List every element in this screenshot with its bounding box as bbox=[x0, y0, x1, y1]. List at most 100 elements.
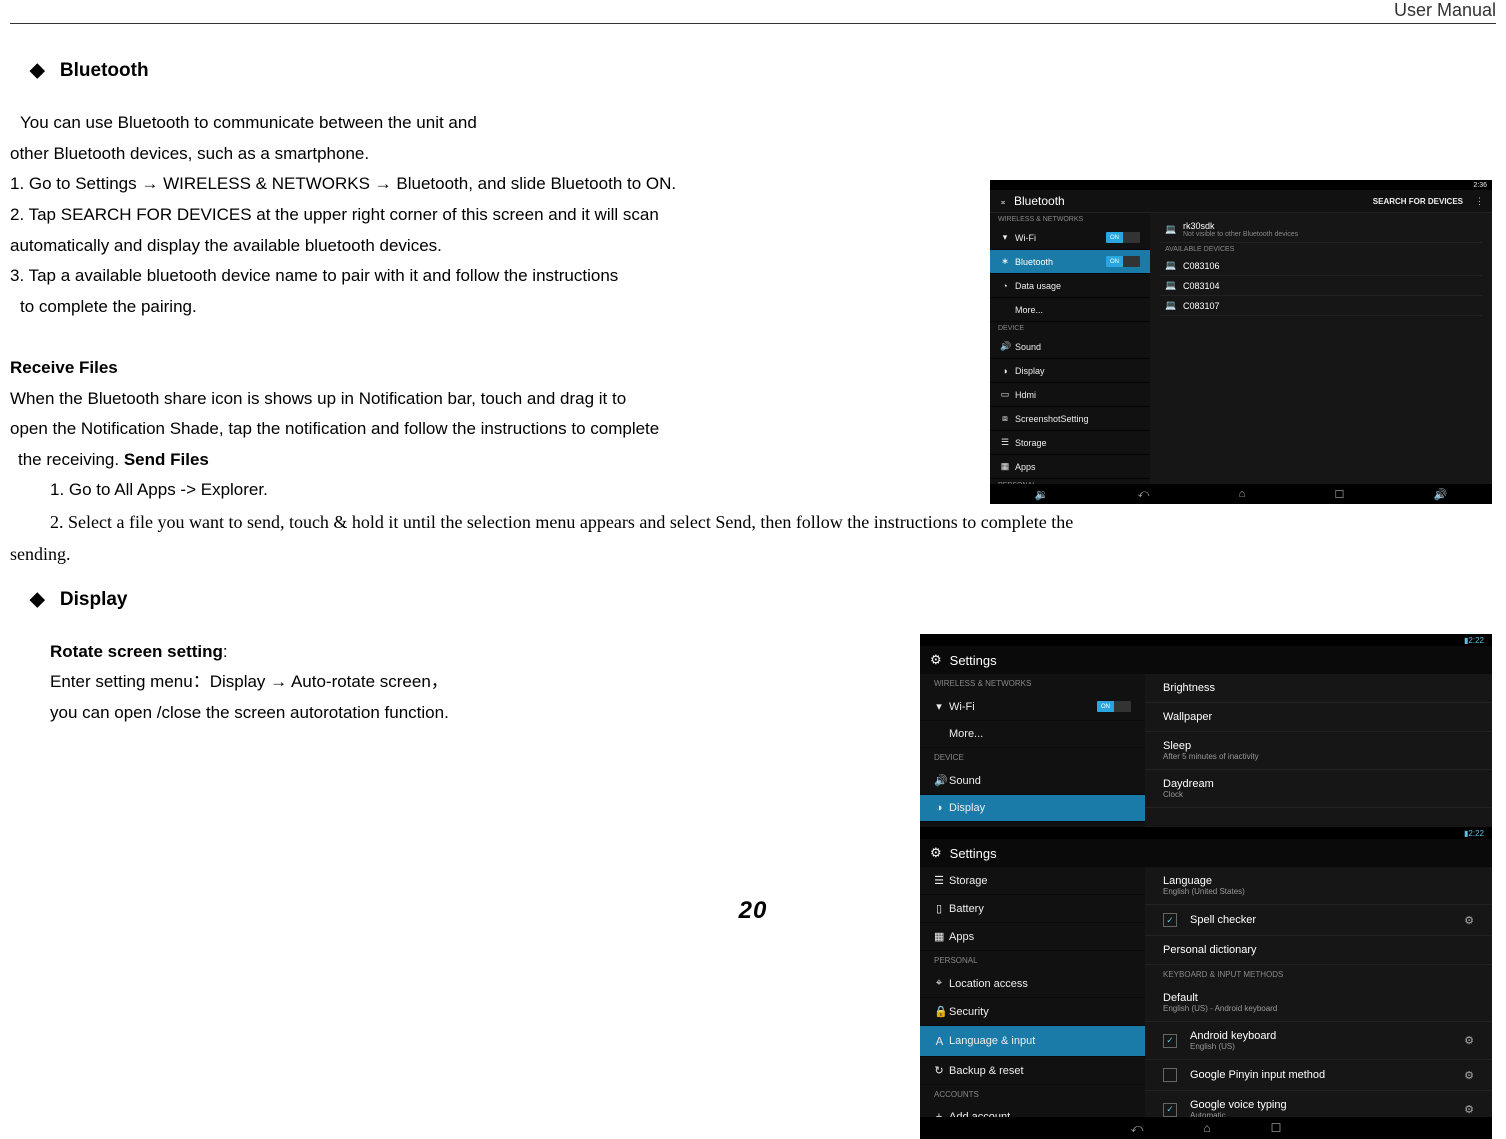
checkbox-icon[interactable]: ✓ bbox=[1163, 913, 1177, 927]
sidebar-item-storage[interactable]: ☰Storage bbox=[990, 431, 1150, 455]
wifi-toggle[interactable]: ON bbox=[1097, 701, 1131, 712]
checkbox-icon[interactable]: ✓ bbox=[1163, 1034, 1177, 1048]
sidebar-item-screenshot[interactable]: ⧈ScreenshotSetting bbox=[990, 407, 1150, 431]
sidebar-item-apps[interactable]: ▦Apps bbox=[990, 455, 1150, 479]
screenshot-display: ▮ 2:22 ⚙ Settings WIRELESS & NETWORKS ▾W… bbox=[920, 634, 1492, 834]
status-bar: ▮ 2:22 bbox=[920, 634, 1492, 646]
settings-slider-icon[interactable]: ⚙ bbox=[1464, 1103, 1474, 1116]
laptop-icon: 💻 bbox=[1165, 280, 1175, 291]
nav-vol-down-icon[interactable]: 🔉 bbox=[1035, 488, 1049, 501]
sidebar-item-storage[interactable]: ☰Storage bbox=[920, 867, 1145, 895]
send-2: 2. Select a file you want to send, touch… bbox=[10, 506, 1496, 538]
backup-icon: ↻ bbox=[934, 1064, 944, 1077]
sidebar-item-battery[interactable]: ▯Battery bbox=[920, 895, 1145, 923]
sidebar-item-display[interactable]: ◑Display bbox=[990, 359, 1150, 383]
status-bar: 2:36 bbox=[990, 180, 1492, 190]
sidebar-item-wifi[interactable]: ▾Wi-Fi ON bbox=[990, 226, 1150, 250]
cat-device: DEVICE bbox=[920, 748, 1145, 767]
checkbox-icon[interactable]: ✓ bbox=[1163, 1103, 1177, 1117]
available-devices-label: AVAILABLE DEVICES bbox=[1160, 243, 1482, 256]
bt-self-device[interactable]: 💻 rk30sdk Not visible to other Bluetooth… bbox=[1160, 217, 1482, 243]
option-google-pinyin[interactable]: Google Pinyin input method ⚙ bbox=[1145, 1060, 1492, 1091]
option-daydream[interactable]: DaydreamClock bbox=[1145, 770, 1492, 808]
camera-icon: ⧈ bbox=[1000, 413, 1010, 424]
location-icon: ⌖ bbox=[934, 977, 944, 990]
sidebar-item-language[interactable]: ＡLanguage & input bbox=[920, 1026, 1145, 1057]
option-spell-checker[interactable]: ✓Spell checker ⚙ bbox=[1145, 905, 1492, 936]
screenshot-language: ▮ 2:22 ⚙ Settings ☰Storage ▯Battery ▦App… bbox=[920, 827, 1492, 1139]
sidebar-item-sound[interactable]: 🔊Sound bbox=[990, 335, 1150, 359]
display-icon: ◑ bbox=[1000, 366, 1010, 376]
sidebar-item-sound[interactable]: 🔊Sound bbox=[920, 767, 1145, 795]
language-icon: Ａ bbox=[934, 1033, 944, 1049]
bluetooth-toggle[interactable]: ON bbox=[1106, 256, 1140, 267]
nav-back-icon[interactable]: ⤺ bbox=[1131, 1121, 1144, 1136]
sidebar-item-display[interactable]: ◑Display bbox=[920, 795, 1145, 822]
sidebar-item-security[interactable]: 🔒Security bbox=[920, 998, 1145, 1026]
settings-slider-icon[interactable]: ⚙ bbox=[1464, 1034, 1474, 1047]
lock-icon: 🔒 bbox=[934, 1005, 944, 1018]
send-files-heading: Send Files bbox=[124, 450, 209, 469]
apps-icon: ▦ bbox=[1000, 461, 1010, 472]
nav-bar: 🔉 ⤺ ⌂ ☐ 🔊 bbox=[990, 484, 1492, 504]
option-personal-dict[interactable]: Personal dictionary bbox=[1145, 936, 1492, 965]
sidebar-item-more[interactable]: More... bbox=[920, 721, 1145, 748]
sidebar-item-apps[interactable]: ▦Apps bbox=[920, 923, 1145, 951]
section-bluetooth-title: ◆ Bluetooth bbox=[30, 54, 1496, 88]
nav-recent-icon[interactable]: ☐ bbox=[1335, 488, 1345, 501]
settings-icon: ⚙ bbox=[930, 652, 942, 668]
recv-3a: the receiving. bbox=[18, 450, 124, 469]
laptop-icon: 💻 bbox=[1165, 224, 1175, 235]
nav-vol-up-icon[interactable]: 🔊 bbox=[1434, 488, 1448, 501]
sidebar-item-hdmi[interactable]: ▭Hdmi bbox=[990, 383, 1150, 407]
wifi-icon: ▾ bbox=[1000, 232, 1010, 243]
nav-home-icon[interactable]: ⌂ bbox=[1203, 1121, 1210, 1135]
apps-icon: ▦ bbox=[934, 930, 944, 943]
laptop-icon: 💻 bbox=[1165, 260, 1175, 271]
bt-device-1[interactable]: 💻C083106 bbox=[1160, 256, 1482, 276]
checkbox-icon[interactable] bbox=[1163, 1068, 1177, 1082]
settings-sidebar: ☰Storage ▯Battery ▦Apps PERSONAL ⌖Locati… bbox=[920, 867, 1145, 1122]
search-devices-button[interactable]: SEARCH FOR DEVICES bbox=[1373, 197, 1463, 206]
nav-back-icon[interactable]: ⤺ bbox=[1138, 488, 1150, 501]
nav-home-icon[interactable]: ⌂ bbox=[1239, 488, 1246, 500]
storage-icon: ☰ bbox=[934, 874, 944, 887]
doc-title: User Manual bbox=[1394, 0, 1496, 21]
settings-slider-icon[interactable]: ⚙ bbox=[1464, 914, 1474, 927]
bt-title: Bluetooth bbox=[1014, 194, 1065, 208]
settings-titlebar: ⚙ Settings bbox=[920, 839, 1492, 867]
sidebar-item-backup[interactable]: ↻Backup & reset bbox=[920, 1057, 1145, 1085]
sidebar-item-wifi[interactable]: ▾Wi-Fi ON bbox=[920, 693, 1145, 721]
data-usage-icon: ◔ bbox=[1000, 281, 1010, 291]
diamond-icon: ◆ bbox=[30, 54, 45, 88]
sidebar-item-bluetooth[interactable]: ∗Bluetooth ON bbox=[990, 250, 1150, 274]
nav-recent-icon[interactable]: ☐ bbox=[1271, 1121, 1282, 1135]
battery-icon: ▯ bbox=[934, 902, 944, 915]
cat-accounts: ACCOUNTS bbox=[920, 1085, 1145, 1104]
option-default[interactable]: DefaultEnglish (US) - Android keyboard bbox=[1145, 984, 1492, 1022]
page-header: User Manual bbox=[10, 0, 1496, 24]
sidebar-item-more[interactable]: More... bbox=[990, 298, 1150, 322]
option-android-keyboard[interactable]: ✓Android keyboardEnglish (US) ⚙ bbox=[1145, 1022, 1492, 1060]
option-sleep[interactable]: SleepAfter 5 minutes of inactivity bbox=[1145, 732, 1492, 770]
bt-intro-2: other Bluetooth devices, such as a smart… bbox=[10, 139, 1496, 170]
settings-slider-icon[interactable]: ⚙ bbox=[1464, 1069, 1474, 1082]
menu-icon[interactable]: ⋮ bbox=[1475, 196, 1484, 207]
status-bar: ▮ 2:22 bbox=[920, 827, 1492, 839]
settings-icon: ⚙ bbox=[930, 845, 942, 861]
option-brightness[interactable]: Brightness bbox=[1145, 674, 1492, 703]
cat-personal: PERSONAL bbox=[920, 951, 1145, 970]
sound-icon: 🔊 bbox=[1000, 341, 1010, 352]
bt-device-2[interactable]: 💻C083104 bbox=[1160, 276, 1482, 296]
sidebar-item-location[interactable]: ⌖Location access bbox=[920, 970, 1145, 998]
option-wallpaper[interactable]: Wallpaper bbox=[1145, 703, 1492, 732]
cat-keyboard: KEYBOARD & INPUT METHODS bbox=[1145, 965, 1492, 984]
wifi-toggle[interactable]: ON bbox=[1106, 232, 1140, 243]
sidebar-item-data[interactable]: ◔Data usage bbox=[990, 274, 1150, 298]
settings-titlebar: ⚙ Settings bbox=[920, 646, 1492, 674]
bluetooth-heading: Bluetooth bbox=[60, 60, 149, 81]
bt-sidebar: WIRELESS & NETWORKS ▾Wi-Fi ON ∗Bluetooth… bbox=[990, 213, 1150, 488]
bt-device-3[interactable]: 💻C083107 bbox=[1160, 296, 1482, 316]
option-language[interactable]: LanguageEnglish (United States) bbox=[1145, 867, 1492, 905]
diamond-icon: ◆ bbox=[30, 583, 45, 617]
